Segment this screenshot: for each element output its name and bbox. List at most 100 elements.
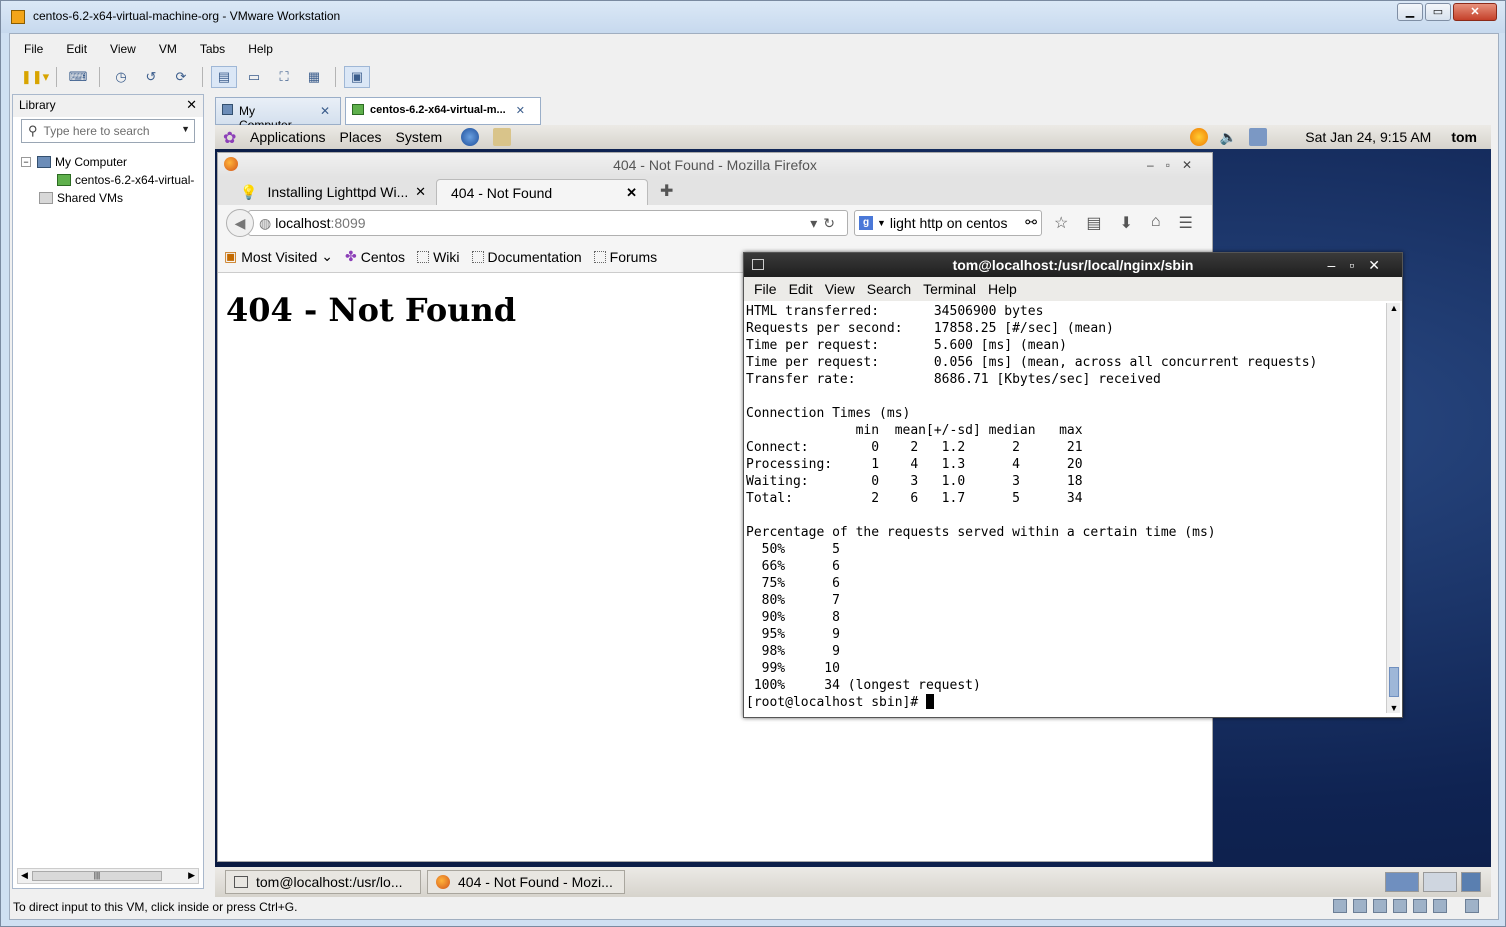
full-screen-icon[interactable]: ⛶ (271, 66, 297, 88)
firefox-launcher-icon[interactable] (461, 128, 480, 146)
revert-snapshot-icon[interactable]: ↺ (138, 66, 164, 88)
terminal-scrollbar[interactable]: ▲ ▼ (1386, 303, 1400, 713)
unity-icon[interactable]: ▦ (301, 66, 327, 88)
scroll-right-icon[interactable]: ▶ (188, 870, 195, 881)
terminal-output[interactable]: HTML transferred: 34506900 bytes Request… (746, 303, 1386, 715)
text-cursor (926, 694, 935, 709)
message-log-icon[interactable] (1465, 899, 1479, 913)
close-tab-icon[interactable]: ✕ (415, 184, 426, 200)
chevron-down-icon[interactable]: ▼ (181, 124, 190, 134)
terminal-menu-help[interactable]: Help (982, 281, 1023, 297)
cd-rom-icon[interactable] (1353, 899, 1367, 913)
downloads-icon[interactable]: ⬇ (1119, 213, 1132, 233)
terminal-window-controls[interactable]: –▫✕ (1328, 253, 1394, 277)
menu-tabs[interactable]: Tabs (186, 38, 234, 60)
menu-edit[interactable]: Edit (52, 38, 96, 60)
library-scrollbar[interactable]: ◀ ||| ▶ (17, 868, 199, 884)
library-search-input[interactable]: ⚲ Type here to search ▼ (21, 119, 195, 143)
workspace-1[interactable] (1385, 872, 1419, 892)
console-view-icon[interactable]: ▣ (344, 66, 370, 88)
menu-file[interactable]: File (10, 38, 52, 60)
network-adapter-icon[interactable] (1393, 899, 1407, 913)
new-tab-icon[interactable]: ✚ (660, 181, 673, 205)
scroll-down-icon[interactable]: ▼ (1387, 703, 1401, 713)
scroll-left-icon[interactable]: ◀ (21, 870, 28, 881)
tree-item-my-computer[interactable]: − My Computer (13, 153, 203, 171)
tab-my-computer[interactable]: My Computer ✕ (215, 97, 341, 132)
terminal-menu-terminal[interactable]: Terminal (917, 281, 982, 297)
taskbar-firefox[interactable]: 404 - Not Found - Mozi... (427, 870, 625, 894)
menu-places[interactable]: Places (333, 129, 389, 145)
menu-help[interactable]: Help (234, 38, 282, 60)
scroll-thumb[interactable] (1389, 667, 1399, 697)
close-tab-icon[interactable]: ✕ (626, 185, 637, 201)
menu-vm[interactable]: VM (145, 38, 186, 60)
send-ctrl-alt-del-icon[interactable]: ⌨ (65, 66, 91, 88)
chevron-down-icon[interactable]: ▼ (877, 218, 886, 228)
url-dropdown-reload-icon[interactable]: ▾↻ (810, 215, 841, 232)
bookmark-centos[interactable]: ✤ Centos (345, 248, 405, 265)
workspace-2[interactable] (1423, 872, 1457, 892)
guest-desktop[interactable]: ✿ Applications Places System 🔈 Sat Jan 2… (215, 125, 1491, 869)
update-notifier-icon[interactable] (1189, 128, 1208, 146)
firefox-tab-404[interactable]: 404 - Not Found ✕ (436, 179, 648, 205)
terminal-menu-search[interactable]: Search (861, 281, 917, 297)
bookmark-star-icon[interactable]: ☆ (1054, 213, 1068, 233)
tree-item-vm[interactable]: centos-6.2-x64-virtual- (13, 171, 203, 189)
maximize-button[interactable]: ▭ (1425, 3, 1451, 21)
volume-icon[interactable]: 🔈 (1220, 129, 1237, 146)
back-button-icon[interactable]: ◀ (226, 209, 254, 237)
tree-item-shared-vms[interactable]: Shared VMs (13, 189, 203, 207)
floppy-icon[interactable] (1373, 899, 1387, 913)
bookmark-most-visited[interactable]: ▣ Most Visited ⌄ (224, 248, 333, 265)
thumbnail-bar-icon[interactable]: ▭ (241, 66, 267, 88)
power-pause-icon[interactable]: ❚❚▾ (21, 66, 49, 88)
menu-view[interactable]: View (96, 38, 145, 60)
clock[interactable]: Sat Jan 24, 9:15 AM (1305, 129, 1431, 145)
scroll-up-icon[interactable]: ▲ (1387, 303, 1401, 313)
close-tab-icon[interactable]: ✕ (320, 104, 330, 124)
trash-icon[interactable] (1461, 872, 1481, 892)
firefox-window-controls[interactable]: –▫✕ (1147, 153, 1204, 177)
terminal-menu-view[interactable]: View (819, 281, 861, 297)
taskbar-terminal[interactable]: tom@localhost:/usr/lo... (225, 870, 421, 894)
show-library-icon[interactable]: ▤ (211, 66, 237, 88)
hard-disk-icon[interactable] (1333, 899, 1347, 913)
scroll-thumb[interactable]: ||| (32, 871, 162, 881)
mail-launcher-icon[interactable] (493, 128, 512, 146)
bookmark-documentation[interactable]: Documentation (471, 249, 582, 265)
terminal-window[interactable]: tom@localhost:/usr/local/nginx/sbin –▫✕ … (743, 252, 1403, 718)
sound-icon[interactable] (1433, 899, 1447, 913)
menu-icon[interactable]: ☰ (1179, 213, 1193, 233)
minimize-button[interactable]: ▁ (1397, 3, 1423, 21)
vmware-app-icon (11, 10, 25, 24)
close-library-icon[interactable]: ✕ (186, 97, 197, 113)
search-bar[interactable]: g ▼ light http on centos ⚯ (854, 210, 1042, 236)
snapshot-manager-icon[interactable]: ⟳ (168, 66, 194, 88)
url-bar[interactable]: ◍ localhost:8099 ▾↻ (248, 210, 848, 236)
gnome-foot-icon: ✿ (223, 130, 237, 147)
workspace-switcher (1385, 872, 1481, 892)
home-icon[interactable]: ⌂ (1151, 213, 1161, 233)
collapse-icon[interactable]: − (21, 157, 31, 167)
network-icon[interactable] (1249, 128, 1268, 146)
task-label: tom@localhost:/usr/lo... (256, 874, 403, 890)
firefox-tab-lighttpd[interactable]: 💡 Installing Lighttpd Wi... ✕ (226, 179, 436, 205)
snapshot-icon[interactable]: ◷ (108, 66, 134, 88)
binoculars-icon[interactable]: ⚯ (1025, 214, 1037, 231)
url-port: :8099 (330, 215, 366, 231)
terminal-menu-file[interactable]: File (748, 281, 783, 297)
tab-centos-vm[interactable]: centos-6.2-x64-virtual-m... ✕ (345, 97, 541, 125)
user-name[interactable]: tom (1451, 129, 1477, 145)
tab-label: My Computer (239, 104, 292, 132)
library-title: Library (19, 98, 56, 112)
bookmark-wiki[interactable]: Wiki (417, 249, 460, 265)
close-button[interactable]: ✕ (1453, 3, 1497, 21)
bookmarks-list-icon[interactable]: ▤ (1086, 213, 1101, 233)
printer-icon[interactable] (1413, 899, 1427, 913)
menu-system[interactable]: System (389, 129, 450, 145)
bookmark-forums[interactable]: Forums (593, 249, 657, 265)
menu-applications[interactable]: Applications (243, 129, 333, 145)
terminal-menu-edit[interactable]: Edit (783, 281, 819, 297)
close-tab-icon[interactable]: ✕ (516, 104, 525, 124)
